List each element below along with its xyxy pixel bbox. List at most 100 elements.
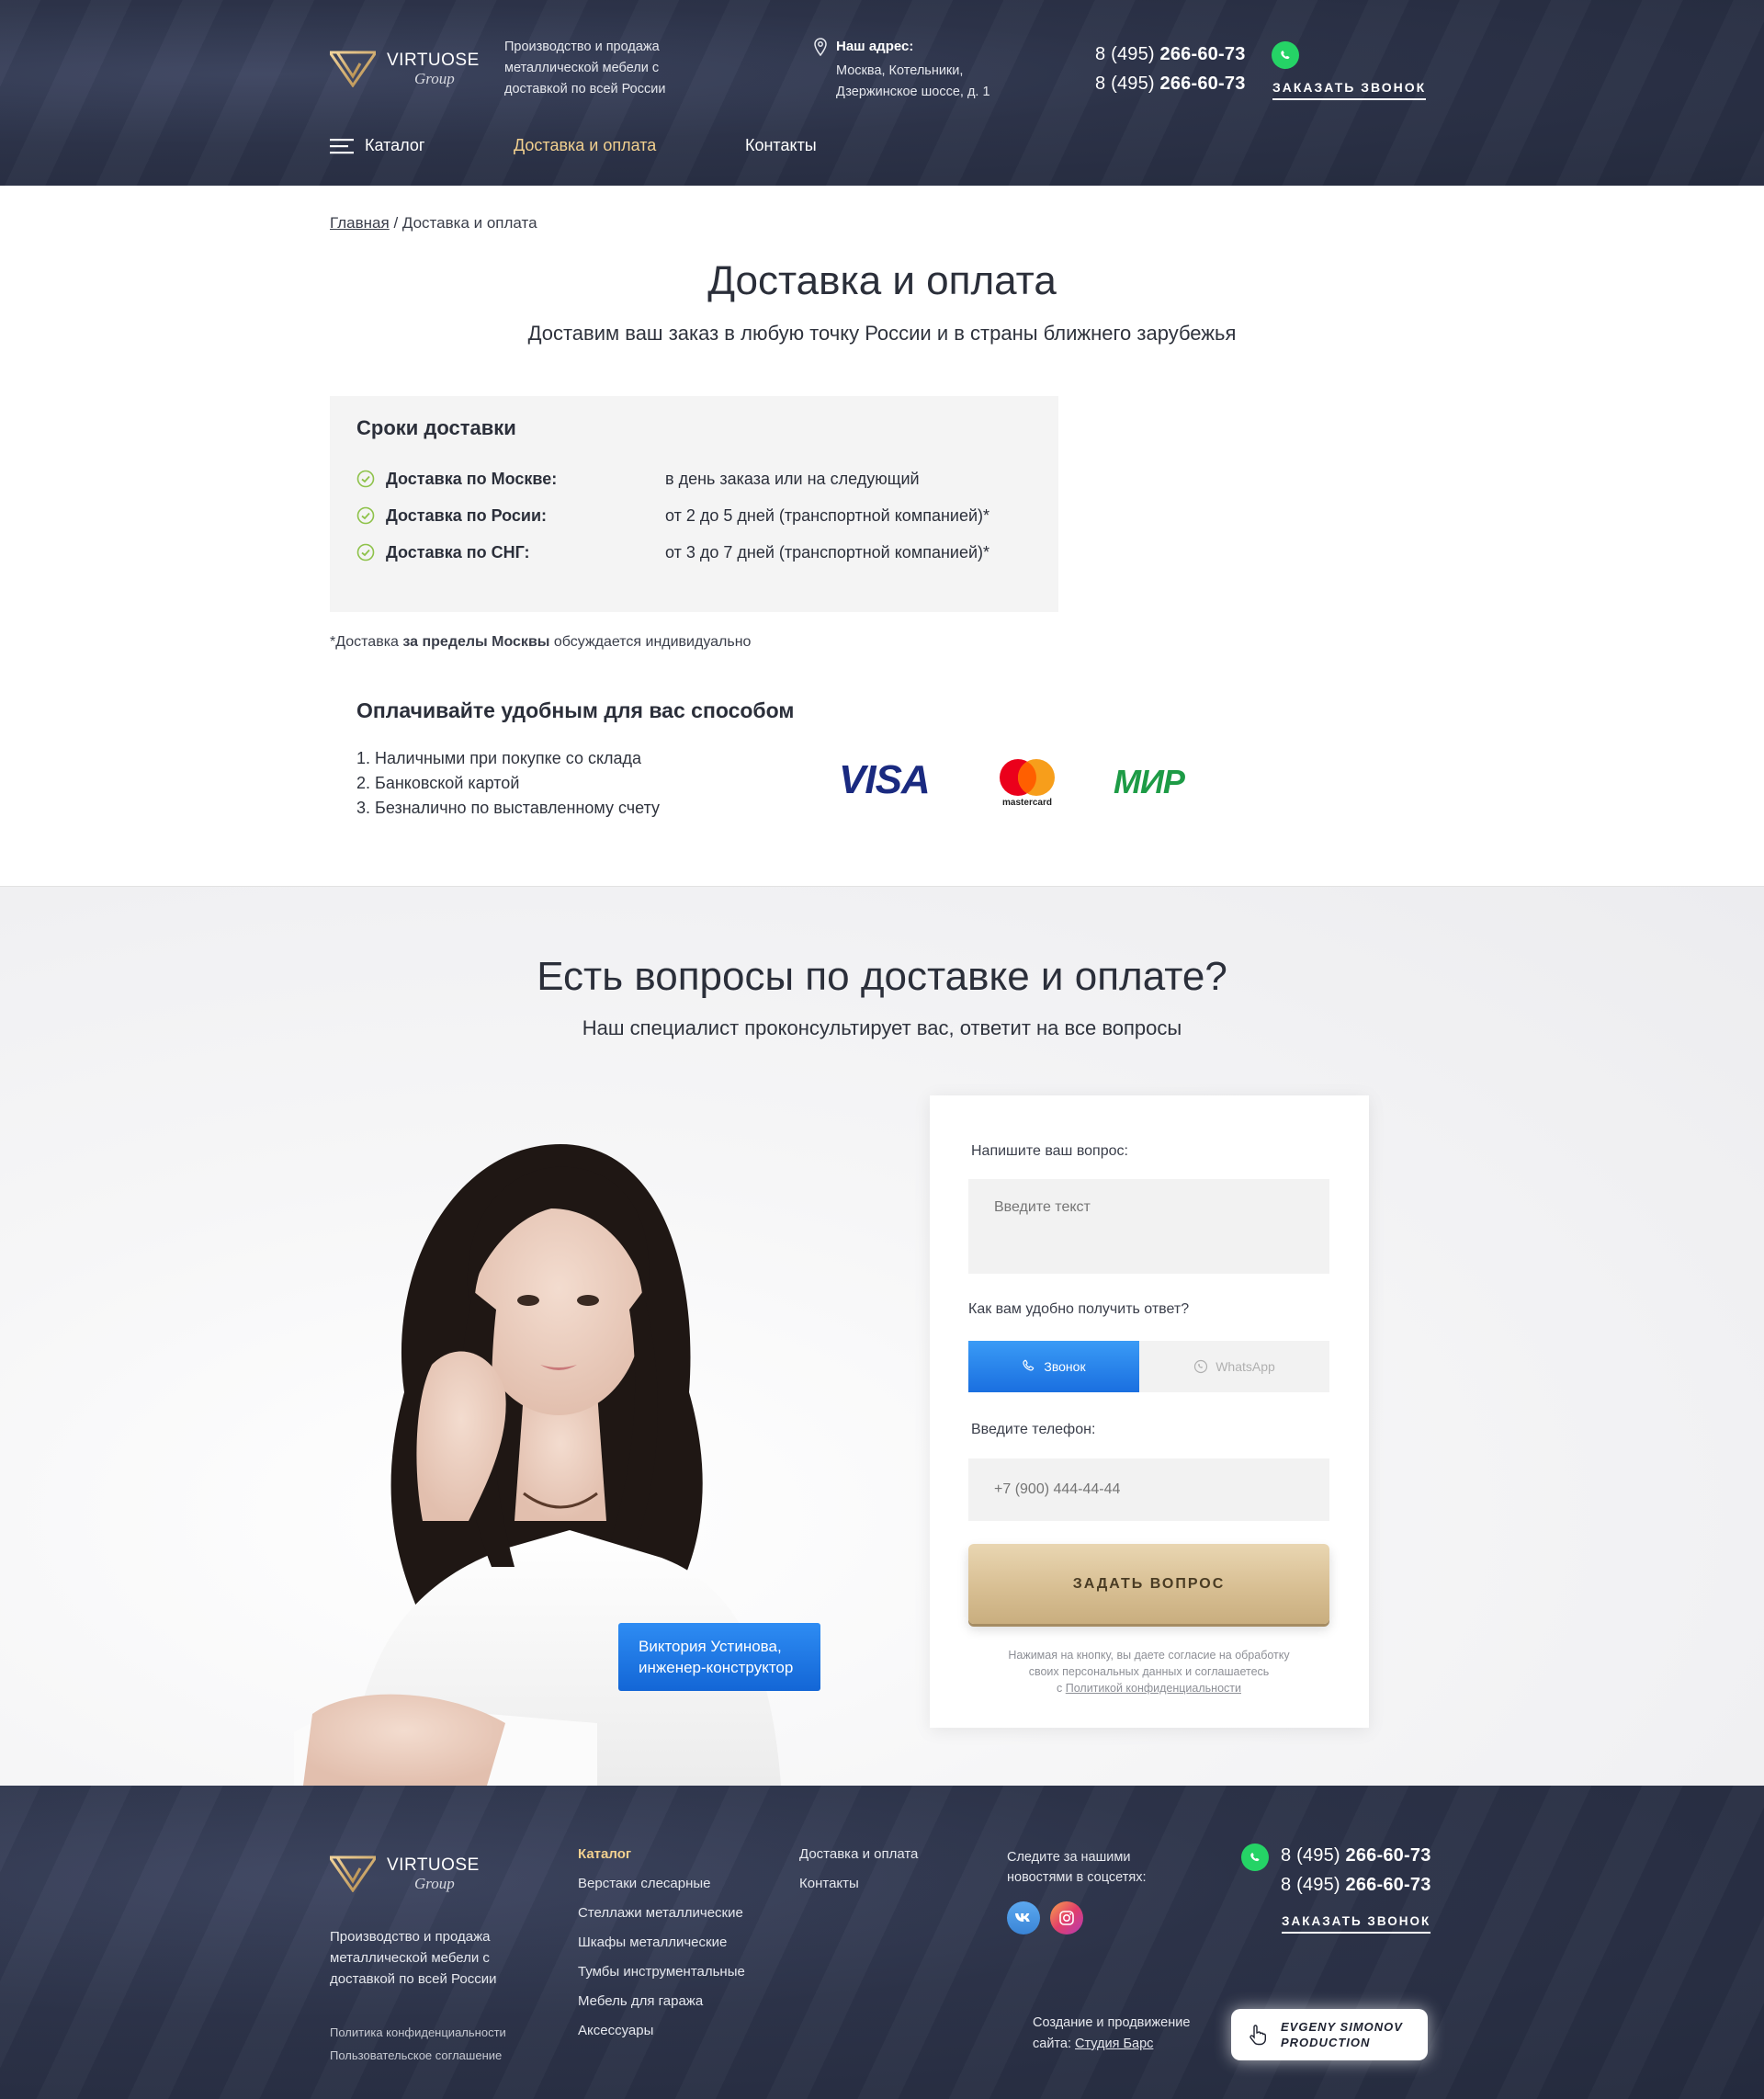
breadcrumb-home[interactable]: Главная xyxy=(330,214,390,232)
option-call-button[interactable]: Звонок xyxy=(968,1341,1139,1392)
whatsapp-icon[interactable] xyxy=(1272,41,1299,69)
questions-subtitle: Наш специалист проконсультирует вас, отв… xyxy=(582,1016,1182,1039)
delivery-label: Доставка по СНГ: xyxy=(386,543,530,562)
breadcrumb-current: Доставка и оплата xyxy=(401,214,537,232)
delivery-note: *Доставка за пределы Москвы обсуждается … xyxy=(330,634,751,651)
footer-agreement-link[interactable]: Пользовательское соглашение xyxy=(330,2048,502,2062)
phone-number: 266-60-73 xyxy=(1159,44,1246,64)
footer-callback-link[interactable]: ЗАКАЗАТЬ ЗВОНОК xyxy=(1282,1914,1431,1934)
dev-line: PRODUCTION xyxy=(1281,2036,1371,2049)
footer-creation-text: Создание и продвижение сайта: Студия Бар… xyxy=(1033,2013,1190,2055)
footer-phone-2[interactable]: 8 (495) 266-60-73 xyxy=(1281,1875,1431,1896)
footer-catalog-item[interactable]: Верстаки слесарные xyxy=(578,1876,711,1891)
whatsapp-outline-icon xyxy=(1194,1359,1208,1374)
header-logo[interactable]: VIRTUOSE Group xyxy=(330,51,480,87)
option-whatsapp-label: WhatsApp xyxy=(1216,1359,1275,1374)
creation-prefix: сайта: xyxy=(1033,2037,1076,2051)
footer-tagline: Производство и продажа металлической меб… xyxy=(330,1926,497,1990)
specialist-badge: Виктория Устинова, инженер-конструктор xyxy=(618,1623,820,1691)
phone-prefix: 8 (495) xyxy=(1281,1875,1346,1895)
submit-question-button[interactable]: ЗАДАТЬ ВОПРОС xyxy=(968,1544,1329,1624)
tagline-line: доставкой по всей России xyxy=(330,1971,497,1987)
footer-catalog-title[interactable]: Каталог xyxy=(578,1846,631,1862)
note-text: *Доставка xyxy=(330,634,403,650)
tagline-line: металлической мебели с xyxy=(504,61,660,75)
option-call-label: Звонок xyxy=(1044,1359,1086,1374)
social-text-line: Следите за нашими xyxy=(1007,1850,1131,1865)
delivery-value: от 3 до 7 дней (транспортной компанией)* xyxy=(665,543,990,562)
callback-link[interactable]: ЗАКАЗАТЬ ЗВОНОК xyxy=(1272,80,1427,100)
creation-line: Создание и продвижение xyxy=(1033,2015,1191,2030)
footer-privacy-link[interactable]: Политика конфиденциальности xyxy=(330,2025,506,2039)
footer-link-delivery[interactable]: Доставка и оплата xyxy=(799,1846,918,1862)
header-address: Наш адрес: Москва, Котельники, Дзержинск… xyxy=(836,36,990,103)
phone-input[interactable] xyxy=(968,1458,1329,1521)
address-title: Наш адрес: xyxy=(836,39,914,54)
question-textarea[interactable] xyxy=(968,1179,1329,1274)
phone-number: 266-60-73 xyxy=(1345,1845,1431,1866)
check-circle-icon xyxy=(356,543,375,562)
phone-prefix: 8 (495) xyxy=(1095,44,1160,64)
tagline-line: металлической мебели с xyxy=(330,1950,490,1966)
footer-catalog-item[interactable]: Аксессуары xyxy=(578,2023,653,2038)
nav-contacts[interactable]: Контакты xyxy=(745,136,817,155)
instagram-icon[interactable] xyxy=(1050,1901,1083,1934)
logo-sub: Group xyxy=(414,1875,455,1892)
payment-method: 3. Безналично по выставленному счету xyxy=(356,799,661,817)
footer-catalog-item[interactable]: Мебель для гаража xyxy=(578,1993,703,2009)
location-pin-icon xyxy=(814,38,827,56)
developer-badge[interactable]: EVGENY SIMONOV PRODUCTION xyxy=(1231,2009,1428,2060)
phone-icon xyxy=(1023,1359,1035,1371)
hand-pointer-icon xyxy=(1250,2025,1266,2046)
header-tagline: Производство и продажа металлической меб… xyxy=(504,37,665,100)
answer-method-label: Как вам удобно получить ответ? xyxy=(968,1301,1190,1317)
questions-title: Есть вопросы по доставке и оплате? xyxy=(537,954,1227,999)
delivery-terms-box: Сроки доставки Доставка по Москве: в ден… xyxy=(330,396,1058,612)
footer-link-contacts[interactable]: Контакты xyxy=(799,1876,859,1891)
specialist-name: Виктория Устинова, xyxy=(639,1638,782,1655)
breadcrumb: Главная / Доставка и оплата xyxy=(330,214,537,233)
consent-prefix: с xyxy=(1057,1682,1066,1695)
vk-icon[interactable] xyxy=(1007,1901,1040,1934)
option-whatsapp-button[interactable]: WhatsApp xyxy=(1139,1341,1329,1392)
privacy-policy-link[interactable]: Политикой конфиденциальности xyxy=(1066,1682,1241,1695)
logo-name: VIRTUOSE xyxy=(387,51,480,70)
page-subtitle: Доставим ваш заказ в любую точку России … xyxy=(527,322,1237,345)
footer-catalog-item[interactable]: Стеллажи металлические xyxy=(578,1905,743,1921)
social-text-line: новостями в соцсетях: xyxy=(1007,1870,1147,1885)
site-header: VIRTUOSE Group Производство и продажа ме… xyxy=(0,0,1764,186)
logo-sub: Group xyxy=(414,70,455,87)
delivery-title: Сроки доставки xyxy=(356,416,516,439)
visa-logo: VISA xyxy=(839,757,931,802)
footer-catalog-item[interactable]: Тумбы инструментальные xyxy=(578,1964,745,1980)
logo-name: VIRTUOSE xyxy=(387,1855,480,1875)
header-phone-2[interactable]: 8 (495) 266-60-73 xyxy=(1095,74,1246,95)
nav-delivery[interactable]: Доставка и оплата xyxy=(514,136,656,155)
tagline-line: доставкой по всей России xyxy=(504,82,666,96)
address-line: Дзержинское шоссе, д. 1 xyxy=(836,85,990,99)
mastercard-circles-icon xyxy=(1000,759,1055,796)
note-text: обсуждается индивидуально xyxy=(549,634,752,650)
delivery-label: Доставка по Москве: xyxy=(386,470,558,488)
menu-icon xyxy=(330,138,354,153)
nav-catalog[interactable]: Каталог xyxy=(330,136,424,155)
nav-catalog-label: Каталог xyxy=(365,136,425,154)
mastercard-logo: mastercard xyxy=(994,757,1060,809)
studio-link[interactable]: Студия Барс xyxy=(1075,2037,1153,2051)
delivery-value: в день заказа или на следующий xyxy=(665,470,920,488)
footer-phone-1[interactable]: 8 (495) 266-60-73 xyxy=(1281,1845,1431,1866)
phone-prefix: 8 (495) xyxy=(1095,74,1160,94)
consent-line: Нажимая на кнопку, вы даете согласие на … xyxy=(1008,1649,1290,1662)
logo-mark-icon xyxy=(330,1855,376,1892)
footer-logo[interactable]: VIRTUOSE Group xyxy=(330,1855,480,1892)
logo-mark-icon xyxy=(330,51,376,87)
mastercard-text: mastercard xyxy=(1002,798,1052,808)
payment-method: 2. Банковской картой xyxy=(356,774,520,792)
header-phone-1[interactable]: 8 (495) 266-60-73 xyxy=(1095,44,1246,65)
phone-label: Введите телефон: xyxy=(971,1422,1096,1437)
footer-whatsapp-icon[interactable] xyxy=(1241,1844,1269,1871)
consent-line: своих персональных данных и соглашаетесь xyxy=(1028,1665,1270,1678)
delivery-value: от 2 до 5 дней (транспортной компанией)* xyxy=(665,506,990,525)
footer-catalog-item[interactable]: Шкафы металлические xyxy=(578,1934,727,1950)
check-circle-icon xyxy=(356,506,375,525)
